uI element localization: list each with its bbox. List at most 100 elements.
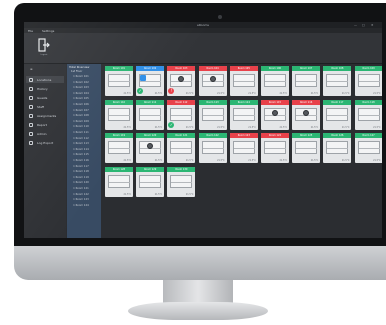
room-door-graphic: [357, 141, 380, 154]
minimize-button[interactable]: —: [354, 23, 357, 27]
tree-item[interactable]: ▫ Room 118: [73, 170, 89, 173]
tree-item[interactable]: ▫ Room 101: [73, 75, 89, 78]
sidebar-item-report[interactable]: Report: [26, 121, 64, 128]
room-temperature: 21.5°C: [373, 92, 381, 95]
room-tile[interactable]: Room 116 21.5°C: [292, 99, 321, 130]
tree-item[interactable]: ▫ Room 107: [73, 109, 89, 112]
room-door-graphic: [326, 107, 349, 121]
room-door-graphic: [108, 174, 130, 188]
room-label: Room 102: [136, 66, 165, 71]
room-tile[interactable]: Room 126 21.5°C: [323, 133, 352, 163]
room-tile[interactable]: Room 128 21.5°C: [105, 166, 133, 197]
room-tile[interactable]: Room 123 21.5°C: [229, 133, 258, 163]
tree-item[interactable]: ▫ Room 122: [73, 193, 89, 196]
room-tile[interactable]: Room 124 21.5°C: [261, 133, 289, 163]
room-label: Room 118: [354, 99, 382, 105]
room-tile[interactable]: Room 120 21.5°C: [136, 133, 165, 163]
room-temperature: 21.5°C: [154, 125, 163, 129]
sidebar-menu-icon[interactable]: ≡: [30, 67, 33, 71]
tree-item[interactable]: ▫ Room 111: [73, 131, 89, 134]
tree-item[interactable]: ▫ Room 109: [73, 120, 89, 123]
room-temperature: 21.5°C: [185, 92, 194, 95]
sidebar-item-assignments[interactable]: Assignments: [26, 112, 64, 119]
room-tile[interactable]: Room 129 21.5°C: [136, 166, 165, 197]
monitor-chin: [14, 246, 386, 280]
guests-icon: [29, 95, 33, 100]
tree-item[interactable]: ▫ Room 103: [73, 86, 89, 89]
logout-button[interactable]: Logout: [36, 36, 52, 58]
close-button[interactable]: ✕: [371, 23, 374, 27]
tree-item[interactable]: ▫ Room 121: [73, 187, 89, 190]
tree-item[interactable]: ▫ Room 102: [73, 81, 89, 84]
sidebar-item-locations[interactable]: Locations: [26, 76, 64, 83]
tree-item[interactable]: ▫ Room 120: [73, 181, 89, 184]
room-tile[interactable]: Room 104 21.5°C: [198, 66, 227, 96]
room-tile[interactable]: Room 108 21.5°C: [323, 66, 352, 96]
tree-item[interactable]: ▫ Room 112: [73, 137, 89, 140]
tree-item[interactable]: ▫ Room 110: [73, 125, 89, 128]
room-tile[interactable]: Room 105 21.5°C: [229, 66, 258, 96]
room-label: Room 119: [105, 133, 133, 138]
tree-item[interactable]: ▫ Room 124: [73, 204, 89, 207]
room-tile[interactable]: Room 127 21.5°C: [354, 133, 382, 163]
sidebar-item-log-export[interactable]: Log Export: [26, 139, 64, 146]
room-door-graphic: [232, 74, 255, 87]
room-temperature: 21.5°C: [185, 192, 194, 196]
room-label: Room 116: [292, 99, 321, 105]
tree-item[interactable]: ▫ Room 104: [73, 92, 89, 95]
room-tile[interactable]: Room 103 21.5°C!: [167, 66, 196, 96]
room-grid: Room 101 21.5°C Room 102 21.5°C ✓ Room 103 21.…: [102, 64, 382, 238]
room-tile[interactable]: Room 109 21.5°C: [354, 66, 382, 96]
room-label: Room 130: [167, 166, 196, 172]
room-temperature: 21.5°C: [248, 92, 256, 95]
room-label: Room 108: [323, 66, 352, 71]
tree-item[interactable]: ▫ Room 105: [73, 97, 89, 100]
room-tile[interactable]: Room 122 21.5°C: [198, 133, 227, 163]
room-tile[interactable]: Room 125 21.5°C: [292, 133, 321, 163]
tree-item[interactable]: ▫ Room 115: [73, 153, 89, 156]
history-icon: [29, 86, 33, 91]
sidebar-item-label: History: [37, 87, 48, 91]
room-tile[interactable]: Room 101 21.5°C: [105, 66, 133, 96]
room-label: Room 113: [198, 99, 227, 105]
tree-root[interactable]: Hotel Riverview: [69, 66, 89, 69]
room-tile[interactable]: Room 107 21.5°C: [292, 66, 321, 96]
room-tile[interactable]: Room 130 21.5°C: [167, 166, 196, 197]
room-temperature: 21.5°C: [310, 92, 319, 95]
sidebar-item-label: Log Export: [37, 141, 54, 145]
sidebar-item-label: Locations: [37, 78, 52, 82]
room-tile[interactable]: Room 102 21.5°C ✓: [136, 66, 165, 96]
tree-item[interactable]: ▫ Room 114: [73, 148, 89, 151]
tree-floor[interactable]: 1st Floor: [71, 70, 82, 73]
sidebar-item-staff[interactable]: Staff: [26, 103, 64, 110]
tree-item[interactable]: ▫ Room 106: [73, 103, 89, 106]
room-tile[interactable]: Room 111 21.5°C: [136, 99, 165, 130]
room-tile[interactable]: Room 114 21.5°C: [229, 99, 258, 130]
tree-item[interactable]: ▫ Room 117: [73, 165, 89, 168]
room-tile[interactable]: Room 117 21.5°C: [323, 99, 352, 130]
tree-item[interactable]: ▫ Room 116: [73, 159, 89, 162]
tree-item[interactable]: ▫ Room 123: [73, 198, 89, 201]
maximize-button[interactable]: □: [362, 23, 365, 27]
room-door-graphic: [232, 107, 255, 121]
tree-item[interactable]: ▫ Room 113: [73, 142, 89, 145]
room-door-graphic: [170, 107, 193, 121]
room-tile[interactable]: Room 112 21.5°C ✓: [167, 99, 196, 130]
room-temperature: 21.5°C: [154, 92, 163, 95]
occupancy-sensor-icon: [272, 109, 278, 116]
sidebar-item-history[interactable]: History: [26, 85, 64, 92]
sidebar-item-label: Assignments: [37, 114, 57, 118]
room-tile[interactable]: Room 106 21.5°C: [261, 66, 289, 96]
tree-item[interactable]: ▫ Room 119: [73, 176, 89, 179]
room-tile[interactable]: Room 110 21.5°C: [105, 99, 133, 130]
sidebar-item-guests[interactable]: Guests: [26, 94, 64, 101]
room-door-graphic: [139, 107, 162, 121]
room-tile[interactable]: Room 118 21.5°C: [354, 99, 382, 130]
sidebar-item-admin[interactable]: Admin: [26, 130, 64, 137]
room-tile[interactable]: Room 119 21.5°C: [105, 133, 133, 163]
room-tile[interactable]: Room 115 21.5°C: [261, 99, 289, 130]
tree-item[interactable]: ▫ Room 108: [73, 114, 89, 117]
sidebar-item-label: Report: [37, 123, 47, 127]
room-tile[interactable]: Room 121 21.5°C: [167, 133, 196, 163]
room-tile[interactable]: Room 113 21.5°C: [198, 99, 227, 130]
